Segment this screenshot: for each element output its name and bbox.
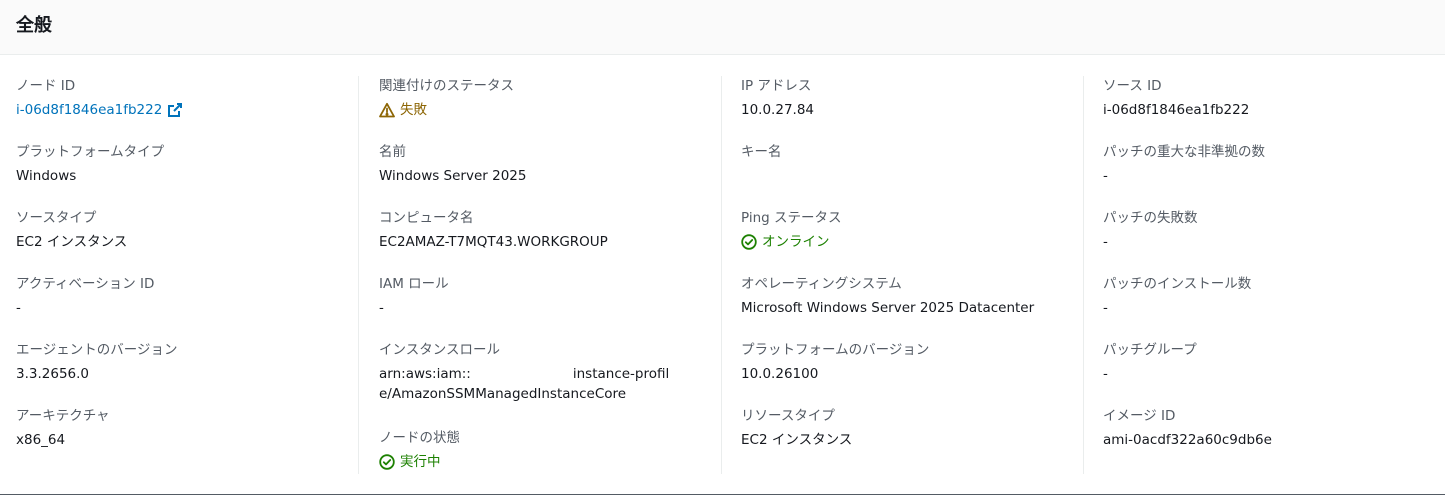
field-label: Ping ステータス: [741, 210, 842, 226]
field-ping-status: Ping ステータス オンライン: [741, 208, 1071, 256]
status-positive-icon: [741, 234, 757, 250]
field-value: -: [1103, 168, 1108, 184]
field-value: 10.0.26100: [741, 366, 819, 382]
field-value: -: [1103, 300, 1108, 316]
field-source-id: ソース ID i-06d8f1846ea1fb222: [1103, 76, 1433, 120]
association-status-indicator: 失敗: [379, 100, 427, 120]
field-value: -: [1103, 366, 1108, 382]
general-info-panel: 全般 ノード ID i-06d8f1846ea1fb222 プラットフォームタイ…: [0, 0, 1445, 495]
column-1: ノード ID i-06d8f1846ea1fb222 プラットフォームタイプ W…: [0, 76, 362, 474]
field-instance-role: インスタンスロール arn:aws:iam:: instance-profile/…: [379, 340, 709, 404]
field-patch-failed: パッチの失敗数 -: [1103, 208, 1433, 252]
field-architecture: アーキテクチャ x86_64: [16, 406, 346, 450]
field-value: ami-0acdf322a60c9db6e: [1103, 432, 1272, 448]
field-platform-type: プラットフォームタイプ Windows: [16, 142, 346, 186]
field-value: i-06d8f1846ea1fb222: [1103, 102, 1250, 118]
field-label: エージェントのバージョン: [16, 342, 178, 358]
association-status-text: 失敗: [400, 102, 427, 118]
field-label: ノードの状態: [379, 430, 460, 446]
node-id-link-text: i-06d8f1846ea1fb222: [16, 102, 163, 118]
field-operating-system: オペレーティングシステム Microsoft Windows Server 20…: [741, 274, 1071, 318]
field-patch-group: パッチグループ -: [1103, 340, 1433, 384]
node-id-link[interactable]: i-06d8f1846ea1fb222: [16, 100, 183, 120]
field-label: ソース ID: [1103, 78, 1162, 94]
instance-role-value: arn:aws:iam:: instance-profile/AmazonSSMM…: [379, 364, 679, 404]
field-label: オペレーティングシステム: [741, 276, 902, 292]
field-label: イメージ ID: [1103, 408, 1176, 424]
field-name: 名前 Windows Server 2025: [379, 142, 709, 186]
field-value: 10.0.27.84: [741, 102, 814, 118]
field-value: EC2 インスタンス: [741, 432, 853, 448]
column-3: IP アドレス 10.0.27.84 キー名 Ping ステータス オンライン: [724, 76, 1086, 474]
field-label: アクティベーション ID: [16, 276, 155, 292]
column-2: 関連付けのステータス 失敗 名前 Windows Server 2025 コンピ…: [362, 76, 724, 474]
field-label: プラットフォームタイプ: [16, 144, 165, 160]
field-platform-version: プラットフォームのバージョン 10.0.26100: [741, 340, 1071, 384]
ping-status-text: オンライン: [762, 234, 830, 250]
field-value: Microsoft Windows Server 2025 Datacenter: [741, 300, 1035, 316]
field-value: Windows Server 2025: [379, 168, 527, 184]
node-state-text: 実行中: [400, 454, 441, 470]
field-patch-installed: パッチのインストール数 -: [1103, 274, 1433, 318]
field-value: x86_64: [16, 432, 66, 448]
field-label: IAM ロール: [379, 276, 449, 292]
field-ip-address: IP アドレス 10.0.27.84: [741, 76, 1071, 120]
field-value: 3.3.2656.0: [16, 366, 89, 382]
field-label: リソースタイプ: [741, 408, 835, 424]
field-node-id: ノード ID i-06d8f1846ea1fb222: [16, 76, 346, 120]
field-association-status: 関連付けのステータス 失敗: [379, 76, 709, 124]
field-label: コンピュータ名: [379, 210, 474, 226]
field-computer-name: コンピュータ名 EC2AMAZ-T7MQT43.WORKGROUP: [379, 208, 709, 252]
field-label: パッチの重大な非準拠の数: [1103, 144, 1265, 160]
field-node-state: ノードの状態 実行中: [379, 428, 709, 476]
field-value: -: [379, 300, 384, 316]
field-label: ソースタイプ: [16, 210, 97, 226]
field-iam-role: IAM ロール -: [379, 274, 709, 318]
external-link-icon: [167, 102, 183, 118]
field-key-name: キー名: [741, 142, 1071, 166]
field-label: パッチの失敗数: [1103, 210, 1198, 226]
field-label: インスタンスロール: [379, 342, 500, 358]
panel-header: 全般: [0, 0, 1445, 55]
field-value: EC2AMAZ-T7MQT43.WORKGROUP: [379, 234, 608, 250]
field-label: 関連付けのステータス: [379, 78, 514, 94]
panel-title: 全般: [16, 15, 52, 36]
status-positive-icon: [379, 454, 395, 470]
field-value: -: [16, 300, 21, 316]
field-label: 名前: [379, 144, 406, 160]
ping-status-indicator: オンライン: [741, 232, 830, 252]
field-label: パッチグループ: [1103, 342, 1197, 358]
field-label: パッチのインストール数: [1103, 276, 1252, 292]
field-patch-critical-noncompliant: パッチの重大な非準拠の数 -: [1103, 142, 1433, 186]
field-source-type: ソースタイプ EC2 インスタンス: [16, 208, 346, 252]
field-value: EC2 インスタンス: [16, 234, 128, 250]
field-label: キー名: [741, 144, 782, 160]
field-label: IP アドレス: [741, 78, 812, 94]
field-label: プラットフォームのバージョン: [741, 342, 930, 358]
field-label: アーキテクチャ: [16, 408, 110, 424]
field-value: -: [1103, 234, 1108, 250]
field-resource-type: リソースタイプ EC2 インスタンス: [741, 406, 1071, 450]
warning-icon: [379, 102, 395, 118]
field-image-id: イメージ ID ami-0acdf322a60c9db6e: [1103, 406, 1433, 450]
field-label: ノード ID: [16, 78, 76, 94]
column-4: ソース ID i-06d8f1846ea1fb222 パッチの重大な非準拠の数 …: [1086, 76, 1445, 474]
instance-role-prefix: arn:aws:iam::: [379, 366, 471, 382]
field-agent-version: エージェントのバージョン 3.3.2656.0: [16, 340, 346, 384]
node-state-indicator: 実行中: [379, 452, 441, 472]
field-value: Windows: [16, 168, 77, 184]
field-activation-id: アクティベーション ID -: [16, 274, 346, 318]
